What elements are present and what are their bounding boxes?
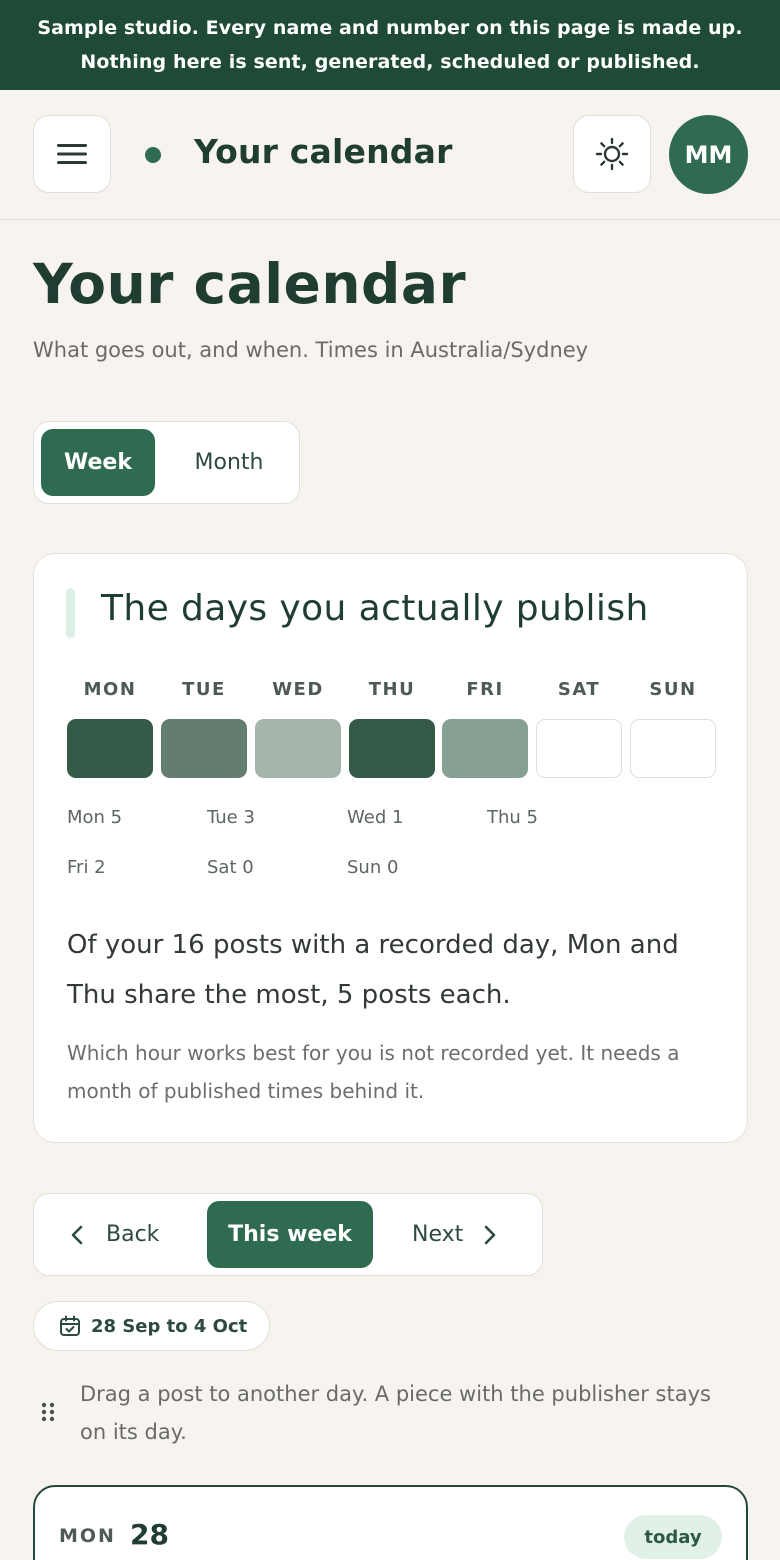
sun-icon — [595, 137, 629, 171]
day-heat-cell-thu — [349, 719, 435, 778]
drag-hint: Drag a post to another day. A piece with… — [80, 1382, 711, 1444]
banner-line-2: Nothing here is sent, generated, schedul… — [80, 51, 700, 73]
calendar-check-icon — [60, 1315, 80, 1336]
tab-month[interactable]: Month — [164, 429, 294, 496]
back-button[interactable]: Back — [70, 1194, 159, 1275]
day-label-wed: WED — [272, 679, 324, 700]
day-label-mon: MON — [83, 679, 137, 700]
page-title: Your calendar — [33, 252, 467, 316]
back-label: Back — [106, 1222, 160, 1247]
date-range-pill: 28 Sep to 4 Oct — [33, 1301, 270, 1351]
day-label-sat: SAT — [557, 679, 601, 700]
menu-button[interactable] — [33, 115, 111, 193]
drag-handle-icon — [41, 1402, 55, 1422]
day-label-fri: FRI — [466, 679, 504, 700]
date-range-label: 28 Sep to 4 Oct — [91, 1315, 248, 1337]
day-count-tue: Tue 3 — [207, 807, 255, 828]
day-count-thu: Thu 5 — [487, 807, 538, 828]
publish-days-card: The days you actually publish MON TUE WED T… — [33, 553, 748, 1143]
avatar[interactable]: MM — [669, 115, 748, 194]
topbar-title: Your calendar — [194, 132, 453, 171]
day-count-fri: Fri 2 — [67, 857, 106, 878]
day-count-mon: Mon 5 — [67, 807, 123, 828]
top-bar: Your calendar MM — [0, 90, 780, 220]
banner-line-1: Sample studio. Every name and number on … — [37, 17, 743, 39]
day-count-wed: Wed 1 — [347, 807, 404, 828]
day-count-sun: Sun 0 — [347, 857, 399, 878]
day-heat-cell-fri — [442, 719, 528, 778]
sample-banner: Sample studio. Every name and number on … — [0, 0, 780, 90]
day-heat-cell-sun — [630, 719, 716, 778]
day-heat-cell-wed — [255, 719, 341, 778]
day-label-thu: THU — [368, 679, 416, 700]
day-card-mon[interactable]: MON 28 today — [33, 1485, 748, 1560]
week-navigation: Back This week Next — [33, 1193, 543, 1276]
chevron-left-icon — [71, 1225, 83, 1244]
tab-week[interactable]: Week — [41, 429, 155, 496]
publish-note: Which hour works best for you is not rec… — [67, 1041, 680, 1103]
publish-summary: Of your 16 posts with a recorded day, Mo… — [67, 930, 679, 1010]
day-count-sat: Sat 0 — [207, 857, 254, 878]
today-badge: today — [624, 1515, 722, 1559]
page-subtitle: What goes out, and when. Times in Austra… — [33, 338, 589, 362]
next-label: Next — [412, 1222, 464, 1247]
day-heat-cell-sat — [536, 719, 622, 778]
hamburger-menu-icon — [57, 144, 87, 164]
day-card-date: 28 — [130, 1518, 169, 1551]
view-toggle: Week Month — [33, 421, 300, 504]
day-label-sun: SUN — [649, 679, 697, 700]
card-title: The days you actually publish — [101, 588, 649, 629]
next-button[interactable]: Next — [412, 1194, 497, 1275]
day-label-tue: TUE — [182, 679, 226, 700]
day-heat-cell-mon — [67, 719, 153, 778]
day-heat-cell-tue — [161, 719, 247, 778]
theme-toggle-button[interactable] — [573, 115, 651, 193]
chevron-right-icon — [484, 1225, 496, 1244]
card-accent-bar — [66, 588, 75, 638]
this-week-button[interactable]: This week — [207, 1201, 373, 1268]
day-card-weekday: MON — [59, 1525, 116, 1547]
status-dot — [145, 147, 161, 163]
